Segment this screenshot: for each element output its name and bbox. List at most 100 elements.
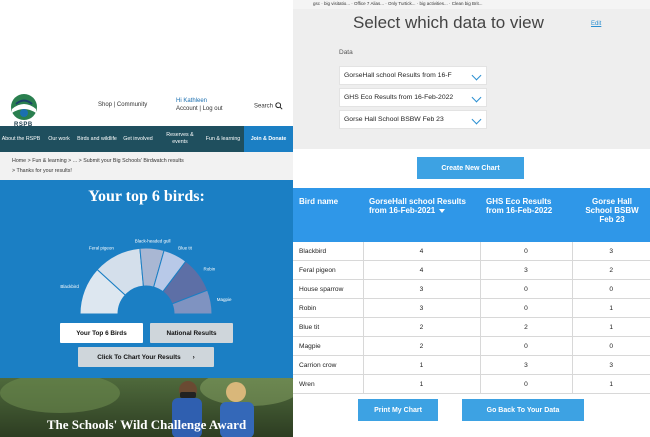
count-cell: 1: [571, 317, 650, 337]
nav-fun-learning[interactable]: Fun & learning: [202, 126, 244, 152]
count-cell: 3: [362, 298, 480, 318]
count-cell: 0: [571, 336, 650, 356]
count-cell: 4: [362, 260, 480, 280]
chevron-down-icon: [471, 114, 482, 125]
table-header-row: Bird name GorseHall school Results from …: [293, 188, 650, 242]
table-row: Blue tit 2 2 1: [293, 317, 650, 337]
col-results-2022[interactable]: GHS Eco Results from 16-Feb-2022: [480, 188, 572, 242]
table-row: Carrion crow 1 3 3: [293, 355, 650, 375]
search-label: Search: [254, 103, 274, 110]
nav-our-work[interactable]: Our work: [42, 126, 76, 152]
select-value: GorseHall school Results from 16-F: [344, 72, 452, 79]
chevron-right-icon: ›: [192, 353, 195, 361]
nav-birds-wildlife[interactable]: Birds and wildlife: [76, 126, 118, 152]
pie-label: Blue tit: [178, 246, 193, 251]
count-cell: 3: [362, 279, 480, 299]
col-results-2023[interactable]: Gorse Hall School BSBW Feb 23: [572, 188, 650, 242]
edit-link[interactable]: Edit: [591, 21, 601, 27]
count-cell: 2: [571, 260, 650, 280]
crumb-home[interactable]: Home: [12, 158, 26, 164]
count-cell: 0: [479, 242, 572, 261]
count-cell: 0: [479, 298, 572, 318]
national-results-button[interactable]: National Results: [150, 323, 233, 343]
top-birds-chart: Blackbird Feral pigeon Black-headed gull Bl…: [60, 238, 232, 315]
nav-about[interactable]: About the RSPB: [0, 126, 42, 152]
crumb-sep: >: [27, 158, 31, 164]
count-cell: 2: [362, 336, 480, 356]
bird-name-cell: Blackbird: [293, 242, 363, 261]
bird-name-cell: Robin: [293, 298, 363, 318]
top-birds-title: Your top 6 birds:: [88, 188, 205, 205]
chevron-down-icon: [471, 92, 482, 103]
chart-results-label: Click To Chart Your Results: [97, 353, 181, 361]
data-select-1[interactable]: GorseHall school Results from 16-F: [339, 66, 487, 85]
count-cell: 3: [571, 242, 650, 261]
crumb-fun-learning[interactable]: Fun & learning: [32, 158, 66, 164]
table-row: Robin 3 0 1: [293, 298, 650, 318]
data-select-2[interactable]: GHS Eco Results from 16-Feb-2022: [339, 88, 487, 107]
chart-results-button[interactable]: Click To Chart Your Results ›: [78, 347, 214, 367]
crumb-submit[interactable]: Submit your Big Schools' Birdwatch resul…: [83, 158, 184, 164]
nav-get-involved[interactable]: Get involved: [118, 126, 158, 152]
chevron-down-icon: [471, 70, 482, 81]
rspb-page-panel: RSPB Shop | Community Hi Kathleen Accoun…: [0, 0, 293, 437]
table-actions: Print My Chart Go Back To Your Data: [293, 388, 650, 437]
pie-label: Robin: [203, 267, 215, 272]
nav-reserves-events[interactable]: Reserves & events: [158, 126, 202, 152]
browser-bookmarks-bar: gsc · big visitatio... · Office 7 Alias.…: [293, 0, 650, 9]
crumb-ellipsis[interactable]: ...: [73, 158, 77, 164]
wild-challenge-banner[interactable]: The Schools' Wild Challenge Award: [0, 378, 293, 437]
col-bird-name: Bird name: [293, 188, 363, 242]
table-row: Feral pigeon 4 3 2: [293, 260, 650, 280]
count-cell: 1: [362, 355, 480, 375]
search-icon: [275, 102, 283, 110]
data-label: Data: [339, 49, 353, 56]
bookmarks-text[interactable]: gsc · big visitatio... · Office 7 Alias.…: [313, 1, 482, 6]
banner-caption: The Schools' Wild Challenge Award: [46, 417, 247, 432]
print-chart-button[interactable]: Print My Chart: [358, 399, 438, 421]
col-label: GorseHall school Results from 16-Feb-202…: [369, 197, 466, 215]
count-cell: 3: [571, 355, 650, 375]
sort-down-icon: [439, 209, 446, 213]
search-link[interactable]: Search: [254, 102, 283, 110]
col-results-2021[interactable]: GorseHall school Results from 16-Feb-202…: [363, 188, 480, 242]
top6-button[interactable]: Your Top 6 Birds: [60, 323, 143, 343]
data-select-3[interactable]: Gorse Hall School BSBW Feb 23: [339, 110, 487, 129]
table-row: Blackbird 4 0 3: [293, 242, 650, 261]
count-cell: 1: [571, 298, 650, 318]
page-title: Select which data to view: [353, 13, 544, 32]
count-cell: 3: [479, 355, 572, 375]
bird-name-cell: House sparrow: [293, 279, 363, 299]
bird-name-cell: Carrion crow: [293, 355, 363, 375]
count-cell: 4: [362, 242, 480, 261]
crumb-sep: >: [78, 158, 82, 164]
bird-name-cell: Magpie: [293, 336, 363, 356]
rspb-logo[interactable]: [10, 93, 38, 121]
count-cell: 0: [479, 279, 572, 299]
results-table: Bird name GorseHall school Results from …: [293, 188, 650, 394]
bird-name-cell: Blue tit: [293, 317, 363, 337]
crumb-sep: >: [12, 168, 16, 174]
shop-community-link[interactable]: Shop | Community: [98, 102, 147, 108]
main-nav: About the RSPB Our work Birds and wildli…: [0, 126, 293, 152]
back-to-data-button[interactable]: Go Back To Your Data: [462, 399, 584, 421]
top-birds-section: Your top 6 birds: Blackbird Feral pigeon B…: [0, 180, 293, 378]
account-link[interactable]: Account | Log out: [176, 106, 223, 112]
crumb-sep: >: [68, 158, 72, 164]
count-cell: 2: [362, 317, 480, 337]
select-value: GHS Eco Results from 16-Feb-2022: [344, 94, 454, 101]
chart-data-panel: gsc · big visitatio... · Office 7 Alias.…: [293, 0, 650, 437]
nav-join-donate[interactable]: Join & Donate: [244, 126, 293, 152]
bird-name-cell: Feral pigeon: [293, 260, 363, 280]
count-cell: 3: [479, 260, 572, 280]
create-new-chart-button[interactable]: Create New Chart: [417, 157, 524, 179]
pie-label: Black-headed gull: [135, 238, 171, 243]
pie-label: Blackbird: [60, 284, 79, 289]
greeting-text: Hi Kathleen: [176, 98, 208, 104]
select-value: Gorse Hall School BSBW Feb 23: [344, 116, 444, 123]
pie-label: Feral pigeon: [89, 246, 115, 251]
pie-label: Magpie: [217, 297, 232, 302]
table-row: Magpie 2 0 0: [293, 336, 650, 356]
count-cell: 0: [571, 279, 650, 299]
table-row: House sparrow 3 0 0: [293, 279, 650, 299]
